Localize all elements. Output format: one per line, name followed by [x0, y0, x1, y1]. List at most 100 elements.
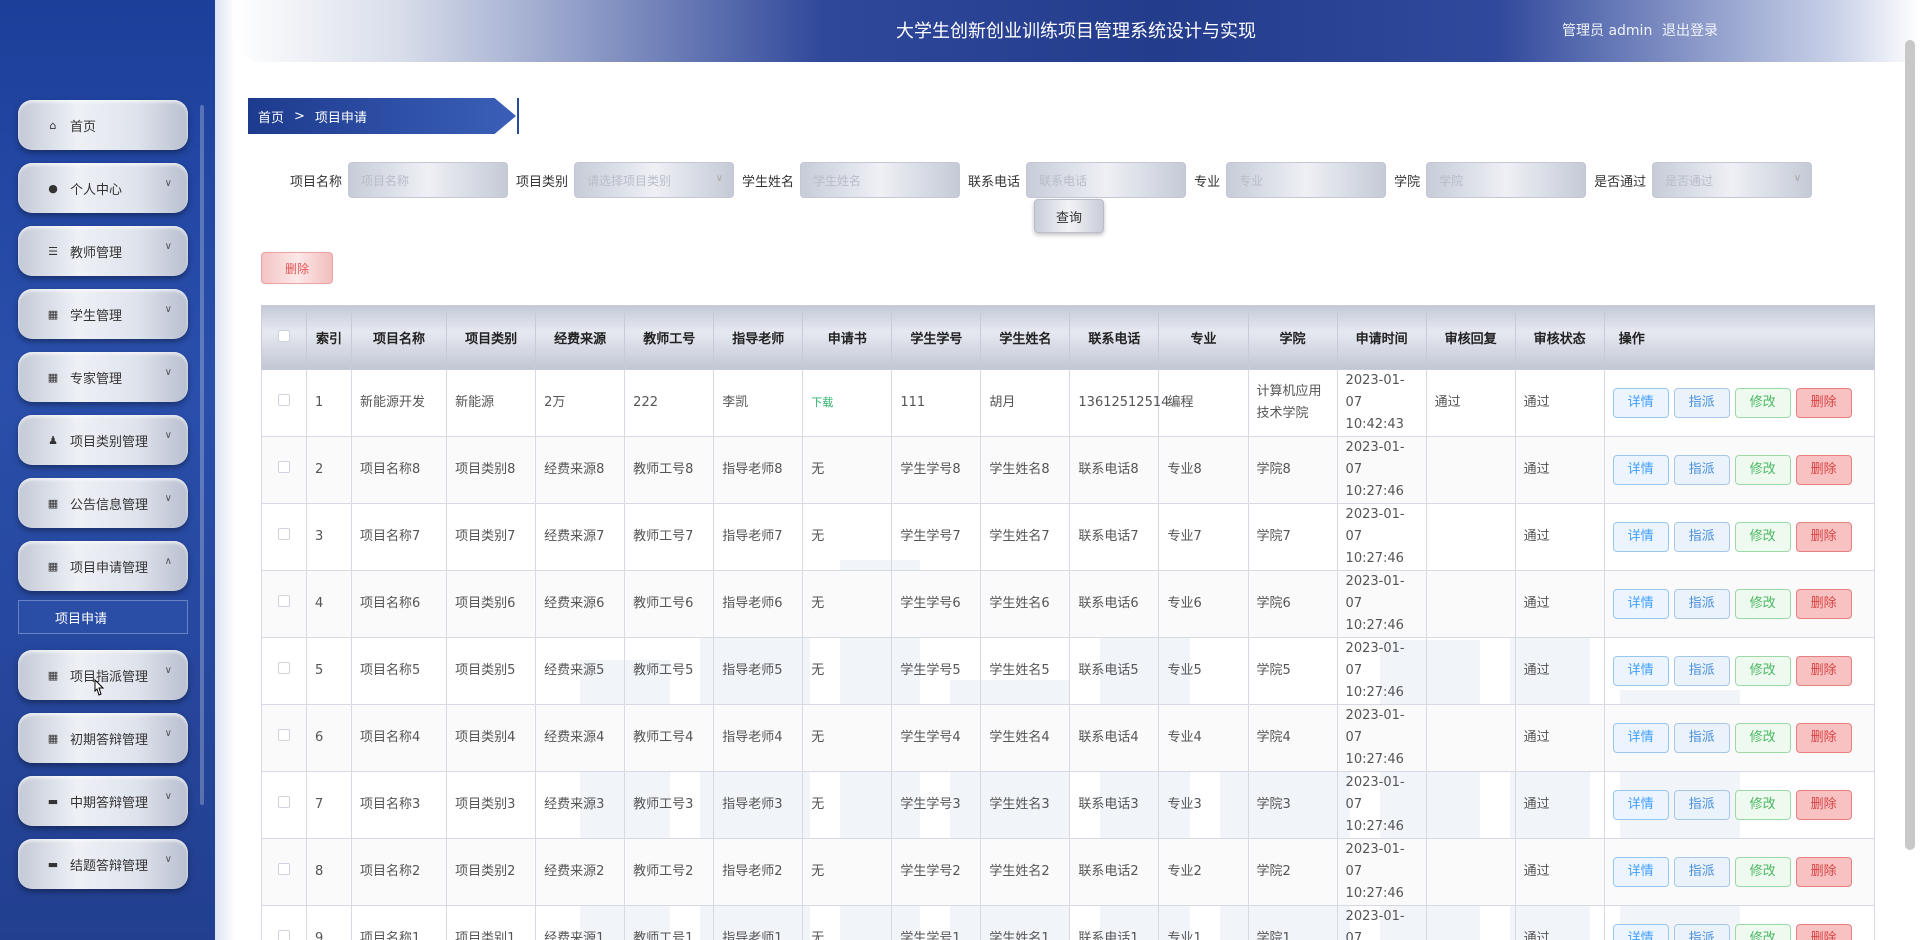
page-scrollbar[interactable]: [1905, 40, 1915, 850]
sidebar-item-project-applications[interactable]: ▦ 项目申请管理 ∧: [18, 541, 188, 591]
edit-button[interactable]: 修改: [1734, 388, 1791, 418]
column-header-funding[interactable]: 经费来源: [535, 305, 626, 370]
column-header-college[interactable]: 学院: [1247, 305, 1338, 370]
sidebar-item-label: 中期答辩管理: [70, 795, 149, 811]
sidebar-item-midterm-defense[interactable]: ▬ 中期答辩管理 ∨: [18, 776, 188, 826]
edit-button[interactable]: 修改: [1734, 857, 1791, 887]
college-input[interactable]: 学院: [1426, 162, 1587, 198]
row-select-cell[interactable]: [261, 905, 308, 940]
delete-button[interactable]: 删除: [1795, 790, 1852, 820]
column-header-student-no[interactable]: 学生学号: [891, 305, 982, 370]
row-select-cell[interactable]: [261, 436, 308, 504]
column-header-review-reply[interactable]: 审核回复: [1425, 305, 1516, 370]
delete-button[interactable]: 删除: [1795, 924, 1852, 940]
delete-button[interactable]: 删除: [1795, 723, 1852, 753]
row-checkbox[interactable]: [278, 595, 290, 607]
assign-button[interactable]: 指派: [1673, 589, 1730, 619]
detail-button[interactable]: 详情: [1612, 857, 1669, 887]
assign-button[interactable]: 指派: [1673, 857, 1730, 887]
cell-funding: 经费来源8: [535, 436, 626, 504]
column-header-category[interactable]: 项目类别: [446, 305, 537, 370]
project-category-select[interactable]: 请选择项目类别 ∨: [574, 162, 735, 198]
row-select-cell[interactable]: [261, 369, 308, 437]
row-checkbox[interactable]: [278, 394, 290, 406]
row-checkbox[interactable]: [278, 729, 290, 741]
delete-button[interactable]: 删除: [1795, 455, 1852, 485]
delete-button[interactable]: 删除: [1795, 656, 1852, 686]
sidebar-item-initial-defense[interactable]: ▦ 初期答辩管理 ∨: [18, 713, 188, 763]
detail-button[interactable]: 详情: [1612, 790, 1669, 820]
column-header-major[interactable]: 专业: [1158, 305, 1249, 370]
row-checkbox[interactable]: [278, 930, 290, 940]
column-header-name[interactable]: 项目名称: [351, 305, 448, 370]
row-select-cell[interactable]: [261, 570, 308, 638]
select-all-header[interactable]: [261, 305, 308, 370]
download-link[interactable]: 下载: [811, 396, 833, 409]
assign-button[interactable]: 指派: [1673, 924, 1730, 940]
edit-button[interactable]: 修改: [1734, 924, 1791, 940]
delete-button[interactable]: 删除: [1795, 857, 1852, 887]
passed-select[interactable]: 是否通过 ∨: [1652, 162, 1813, 198]
sidebar-item-final-defense[interactable]: ▬ 结题答辩管理 ∨: [18, 839, 188, 889]
detail-button[interactable]: 详情: [1612, 656, 1669, 686]
sidebar-scrollbar[interactable]: [200, 105, 204, 805]
edit-button[interactable]: 修改: [1734, 522, 1791, 552]
sidebar-item-project-categories[interactable]: ♟ 项目类别管理 ∨: [18, 415, 188, 465]
row-select-cell[interactable]: [261, 838, 308, 906]
assign-button[interactable]: 指派: [1673, 388, 1730, 418]
assign-button[interactable]: 指派: [1673, 790, 1730, 820]
row-select-cell[interactable]: [261, 704, 308, 772]
sidebar-item-announcements[interactable]: ▦ 公告信息管理 ∨: [18, 478, 188, 528]
detail-button[interactable]: 详情: [1612, 455, 1669, 485]
submenu-item-project-application[interactable]: 项目申请: [18, 600, 188, 634]
row-checkbox[interactable]: [278, 796, 290, 808]
column-header-teacher-no[interactable]: 教师工号: [624, 305, 715, 370]
select-all-checkbox[interactable]: [278, 329, 290, 342]
row-checkbox[interactable]: [278, 863, 290, 875]
row-checkbox[interactable]: [278, 528, 290, 540]
assign-button[interactable]: 指派: [1673, 455, 1730, 485]
row-select-cell[interactable]: [261, 503, 308, 571]
column-header-index[interactable]: 索引: [306, 305, 353, 370]
column-header-phone[interactable]: 联系电话: [1069, 305, 1160, 370]
column-header-application[interactable]: 申请书: [802, 305, 893, 370]
delete-button[interactable]: 删除: [1795, 589, 1852, 619]
assign-button[interactable]: 指派: [1673, 656, 1730, 686]
cell-advisor: 指导老师3: [713, 771, 804, 839]
column-header-student-name[interactable]: 学生姓名: [980, 305, 1071, 370]
assign-button[interactable]: 指派: [1673, 723, 1730, 753]
breadcrumb-home[interactable]: 首页: [258, 107, 284, 126]
detail-button[interactable]: 详情: [1612, 924, 1669, 940]
sidebar-item-profile[interactable]: ● 个人中心 ∨: [18, 163, 188, 213]
detail-button[interactable]: 详情: [1612, 388, 1669, 418]
edit-button[interactable]: 修改: [1734, 790, 1791, 820]
detail-button[interactable]: 详情: [1612, 723, 1669, 753]
phone-input[interactable]: 联系电话: [1026, 162, 1187, 198]
column-header-apply-time[interactable]: 申请时间: [1336, 305, 1427, 370]
logout-link[interactable]: 退出登录: [1662, 20, 1718, 40]
project-name-input[interactable]: 项目名称: [348, 162, 509, 198]
edit-button[interactable]: 修改: [1734, 656, 1791, 686]
row-select-cell[interactable]: [261, 771, 308, 839]
assign-button[interactable]: 指派: [1673, 522, 1730, 552]
column-header-review-status[interactable]: 审核状态: [1514, 305, 1605, 370]
row-checkbox[interactable]: [278, 461, 290, 473]
edit-button[interactable]: 修改: [1734, 589, 1791, 619]
batch-delete-button[interactable]: 删除: [261, 252, 333, 284]
delete-button[interactable]: 删除: [1795, 522, 1852, 552]
sidebar-item-students[interactable]: ▦ 学生管理 ∨: [18, 289, 188, 339]
row-checkbox[interactable]: [278, 662, 290, 674]
sidebar-item-home[interactable]: ⌂ 首页: [18, 100, 188, 150]
detail-button[interactable]: 详情: [1612, 589, 1669, 619]
query-button[interactable]: 查询: [1034, 199, 1104, 233]
delete-button[interactable]: 删除: [1795, 388, 1852, 418]
edit-button[interactable]: 修改: [1734, 723, 1791, 753]
major-input[interactable]: 专业: [1226, 162, 1387, 198]
edit-button[interactable]: 修改: [1734, 455, 1791, 485]
sidebar-item-experts[interactable]: ▦ 专家管理 ∨: [18, 352, 188, 402]
row-select-cell[interactable]: [261, 637, 308, 705]
sidebar-item-teachers[interactable]: ☰ 教师管理 ∨: [18, 226, 188, 276]
student-name-input[interactable]: 学生姓名: [800, 162, 961, 198]
column-header-advisor[interactable]: 指导老师: [713, 305, 804, 370]
detail-button[interactable]: 详情: [1612, 522, 1669, 552]
